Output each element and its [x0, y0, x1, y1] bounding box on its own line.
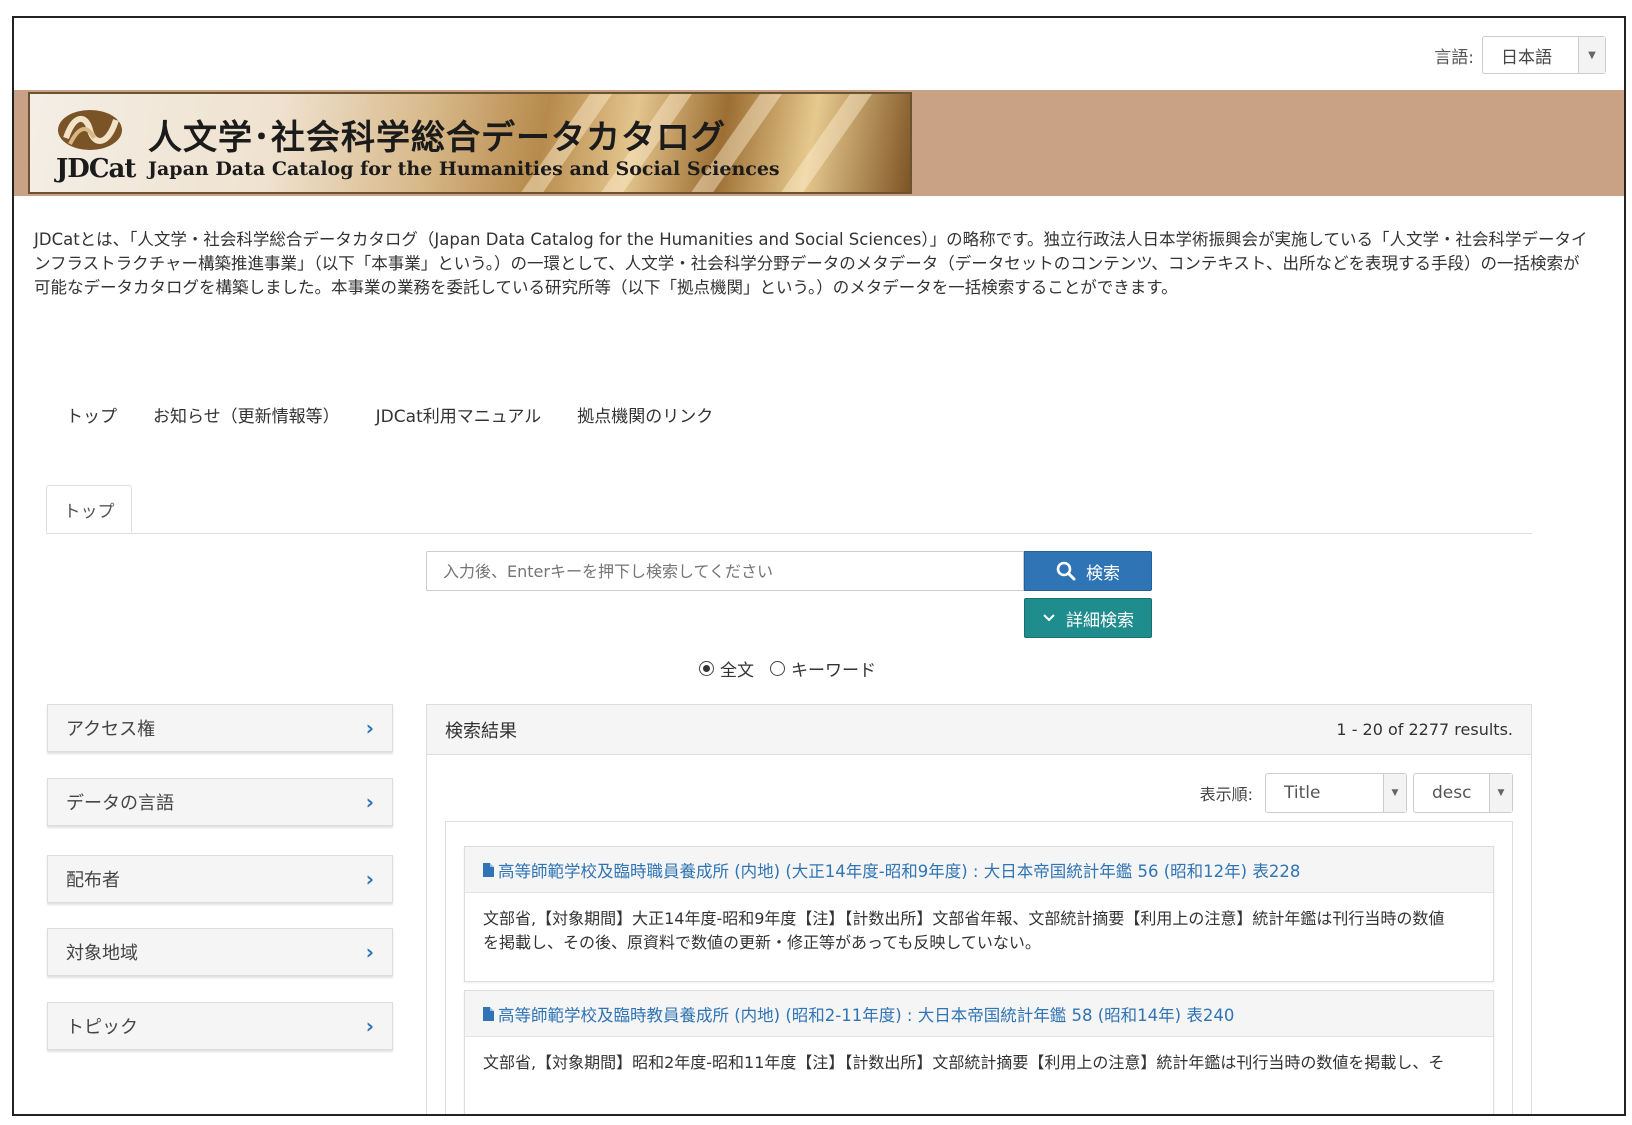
chevron-right-icon: ›	[365, 867, 374, 891]
chevron-down-icon	[1043, 614, 1055, 622]
sort-order-value: desc	[1432, 783, 1472, 803]
search-button[interactable]: 検索	[1024, 551, 1152, 591]
facet-distributor[interactable]: 配布者 ›	[47, 855, 393, 903]
search-icon	[1056, 561, 1076, 581]
result-snippet: 文部省,【対象期間】昭和2年度-昭和11年度【注】【計数出所】文部統計摘要【利用…	[465, 1037, 1493, 1089]
result-item: 高等師範学校及臨時教員養成所 (内地) (昭和2-11年度) : 大日本帝国統計…	[464, 990, 1494, 1114]
sort-label: 表示順:	[1199, 785, 1253, 804]
sort-field-value: Title	[1284, 783, 1321, 803]
facet-label: トピック	[66, 1017, 138, 1038]
sort-controls: 表示順: Title ▼ desc ▼	[1200, 773, 1513, 813]
search-input[interactable]	[426, 551, 1024, 591]
results-count: 1 - 20 of 2277 results.	[1336, 720, 1513, 739]
result-title-link[interactable]: 高等師範学校及臨時職員養成所 (内地) (大正14年度-昭和9年度) : 大日本…	[465, 847, 1493, 893]
result-title: 高等師範学校及臨時職員養成所 (内地) (大正14年度-昭和9年度) : 大日本…	[498, 861, 1301, 881]
site-title: 人文学･社会科学総合データカタログ	[148, 118, 726, 158]
language-label: 言語:	[1434, 47, 1474, 68]
search-mode-fulltext-label: 全文	[720, 661, 754, 681]
radio-unchecked-icon	[770, 661, 785, 676]
result-title-link[interactable]: 高等師範学校及臨時教員養成所 (内地) (昭和2-11年度) : 大日本帝国統計…	[465, 991, 1493, 1037]
chevron-right-icon: ›	[365, 1014, 374, 1038]
result-title: 高等師範学校及臨時教員養成所 (内地) (昭和2-11年度) : 大日本帝国統計…	[498, 1005, 1235, 1025]
advanced-search-button[interactable]: 詳細検索	[1024, 598, 1152, 638]
nav-manual[interactable]: JDCat利用マニュアル	[376, 402, 542, 427]
search-mode-group: 全文 キーワード	[699, 656, 892, 681]
language-selected-value: 日本語	[1501, 47, 1552, 68]
language-selector-group: 言語: 日本語 ▼	[1434, 36, 1606, 74]
site-description: JDCatとは、「人文学・社会科学総合データカタログ（Japan Data Ca…	[34, 230, 1588, 297]
results-list: 高等師範学校及臨時職員養成所 (内地) (大正14年度-昭和9年度) : 大日本…	[445, 821, 1513, 1114]
document-icon	[483, 1006, 494, 1021]
facet-access-rights[interactable]: アクセス権 ›	[47, 704, 393, 752]
document-icon	[483, 862, 494, 877]
site-logo[interactable]: JDCat 人文学･社会科学総合データカタログ Japan Data Catal…	[28, 92, 912, 194]
facet-topic[interactable]: トピック ›	[47, 1002, 393, 1050]
main-nav: トップ お知らせ（更新情報等） JDCat利用マニュアル 拠点機関のリンク	[66, 402, 749, 427]
chevron-right-icon: ›	[365, 790, 374, 814]
sort-order-select[interactable]: desc ▼	[1413, 773, 1513, 813]
facet-label: 配布者	[66, 870, 120, 891]
results-header: 検索結果 1 - 20 of 2277 results.	[427, 705, 1531, 755]
nav-top[interactable]: トップ	[66, 402, 117, 427]
results-title: 検索結果	[445, 720, 517, 742]
facet-label: アクセス権	[66, 719, 156, 740]
result-item: 高等師範学校及臨時職員養成所 (内地) (大正14年度-昭和9年度) : 大日本…	[464, 846, 1494, 982]
result-snippet-line: 文部省,【対象期間】大正14年度-昭和9年度【注】【計数出所】文部省年報、文部統…	[483, 909, 1445, 928]
logo-wordmark: JDCat	[56, 154, 136, 184]
site-subtitle: Japan Data Catalog for the Humanities an…	[148, 158, 780, 180]
page-tabs: トップ	[46, 485, 1532, 534]
result-snippet-line: を掲載し、その後、原資料で数値の更新・修正等があっても反映していない。	[483, 933, 1041, 952]
facet-label: 対象地域	[66, 943, 138, 964]
chevron-right-icon: ›	[365, 940, 374, 964]
facet-region[interactable]: 対象地域 ›	[47, 928, 393, 976]
nav-institution-links[interactable]: 拠点機関のリンク	[577, 402, 713, 427]
facet-data-language[interactable]: データの言語 ›	[47, 778, 393, 826]
jdcat-logo-icon	[58, 110, 122, 150]
nav-news[interactable]: お知らせ（更新情報等）	[153, 402, 340, 427]
radio-checked-icon	[699, 661, 714, 676]
search-button-label: 検索	[1086, 563, 1120, 584]
language-select[interactable]: 日本語 ▼	[1482, 36, 1606, 74]
sort-field-select[interactable]: Title ▼	[1265, 773, 1407, 813]
facet-label: データの言語	[66, 793, 174, 814]
site-banner: JDCat 人文学･社会科学総合データカタログ Japan Data Catal…	[14, 90, 1624, 196]
search-mode-fulltext[interactable]: 全文	[699, 656, 754, 681]
search-mode-keyword[interactable]: キーワード	[770, 656, 876, 681]
result-snippet: 文部省,【対象期間】大正14年度-昭和9年度【注】【計数出所】文部省年報、文部統…	[465, 893, 1493, 969]
result-snippet-line: 文部省,【対象期間】昭和2年度-昭和11年度【注】【計数出所】文部統計摘要【利用…	[483, 1053, 1445, 1072]
search-results-panel: 検索結果 1 - 20 of 2277 results. 表示順: Title …	[426, 704, 1532, 1114]
search-mode-keyword-label: キーワード	[791, 661, 876, 681]
tab-top[interactable]: トップ	[46, 485, 132, 533]
chevron-right-icon: ›	[365, 716, 374, 740]
chevron-down-icon: ▼	[1578, 37, 1605, 73]
advanced-search-label: 詳細検索	[1066, 610, 1134, 631]
chevron-down-icon: ▼	[1489, 774, 1512, 812]
browser-frame: 言語: 日本語 ▼ JDCat 人文学･社会科学総合データカタログ Japan …	[12, 16, 1626, 1116]
chevron-down-icon: ▼	[1383, 774, 1406, 812]
